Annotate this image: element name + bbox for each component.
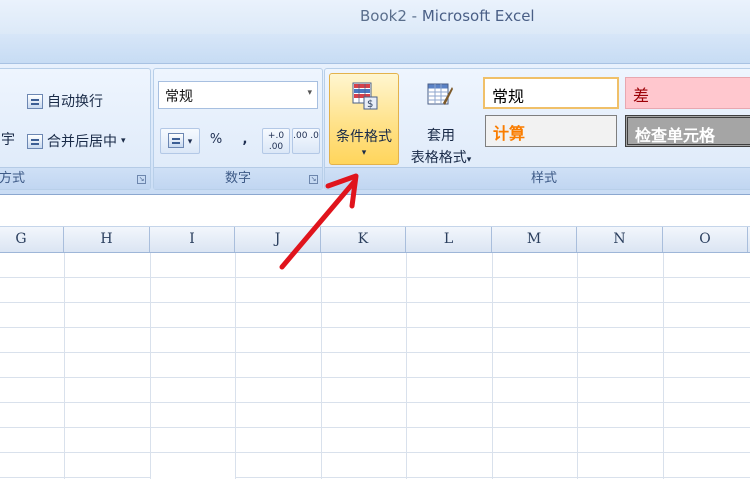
app-name: Microsoft Excel [421, 7, 535, 25]
styles-group-label-text: 样式 [530, 171, 557, 186]
alignment-dialog-launcher-icon[interactable]: ↘ [137, 175, 146, 184]
merge-center-label: 合并后居中 [47, 134, 117, 150]
document-name: Book2 [360, 7, 407, 25]
annotation-arrow-icon [279, 173, 359, 270]
format-as-table-button[interactable]: 套用 表格格式▾ [401, 73, 481, 167]
styles-group: $ 条件格式 ▾ 套用 表格格式▾ 常规 差 计算 检查单元格 样式 [324, 68, 750, 190]
column-header-n[interactable]: N [577, 227, 663, 252]
grid-line [321, 253, 322, 479]
cell-style-bad[interactable]: 差 [625, 77, 750, 109]
currency-icon [167, 133, 184, 148]
percent-label: % [209, 132, 223, 147]
alignment-group-label-text: 方式 [0, 171, 26, 186]
cell-style-check-cell-label: 检查单元格 [635, 126, 716, 145]
grid-line [663, 253, 664, 479]
format-as-table-label-2-text: 表格格式 [410, 150, 467, 166]
title-bar: Book2 - Microsoft Excel [0, 0, 750, 34]
merge-center-button[interactable]: 合并后居中 ▾ [27, 131, 126, 151]
window-title: Book2 - Microsoft Excel [360, 7, 535, 25]
format-as-table-arrow-icon: ▾ [466, 155, 472, 165]
column-header-i[interactable]: I [150, 227, 235, 252]
grid-line [577, 253, 578, 479]
cell-style-check-cell[interactable]: 检查单元格 [625, 115, 750, 147]
chevron-down-icon: ▾ [307, 88, 312, 98]
merge-dropdown-arrow-icon[interactable]: ▾ [121, 136, 126, 146]
comma-style-button[interactable]: , [232, 128, 258, 154]
cell-style-normal-label: 常规 [492, 87, 525, 106]
column-header-h[interactable]: H [64, 227, 150, 252]
grid-line [235, 253, 236, 479]
ribbon-tab-strip [0, 34, 750, 64]
clipped-alignment-button[interactable]: 宇 [1, 129, 15, 149]
column-headers: G H I J K L M N O [0, 227, 750, 253]
cell-style-calculation-label: 计算 [493, 124, 526, 143]
format-as-table-label-1: 套用 [427, 128, 455, 144]
cell-style-normal[interactable]: 常规 [483, 77, 619, 109]
worksheet-grid[interactable] [0, 253, 750, 479]
conditional-formatting-icon: $ [352, 82, 378, 110]
alignment-group: 宇 自动换行 合并后居中 ▾ 方式 ↘ [0, 68, 151, 190]
wrap-text-label: 自动换行 [47, 94, 103, 110]
conditional-formatting-button[interactable]: $ 条件格式 ▾ [329, 73, 399, 165]
merge-center-icon [27, 133, 43, 149]
column-header-l[interactable]: L [406, 227, 492, 252]
currency-dropdown-arrow-icon: ▾ [187, 137, 193, 147]
format-as-table-label-2: 表格格式▾ [401, 147, 481, 167]
conditional-formatting-label: 条件格式 [336, 129, 392, 145]
title-separator: - [406, 7, 422, 25]
alignment-group-label: 方式 ↘ [0, 167, 150, 189]
decrease-decimal-button[interactable]: .00 .0 [292, 128, 320, 154]
grid-line [406, 253, 407, 479]
grid-line [64, 253, 65, 479]
wrap-text-icon [27, 93, 43, 109]
accounting-format-button[interactable]: ▾ [160, 128, 200, 154]
column-header-m[interactable]: M [492, 227, 577, 252]
styles-group-label: 样式 [325, 167, 750, 189]
increase-decimal-button[interactable]: +.0 .00 [262, 128, 290, 154]
number-format-value: 常规 [165, 89, 193, 105]
cell-style-calculation[interactable]: 计算 [485, 115, 617, 147]
wrap-text-button[interactable]: 自动换行 [27, 91, 103, 111]
ribbon: 宇 自动换行 合并后居中 ▾ 方式 ↘ 常规 ▾ ▾ % , +.0 .00 .… [0, 64, 750, 194]
svg-text:$: $ [367, 99, 373, 110]
decrease-decimal-icon: .00 .0 [293, 131, 319, 141]
grid-line [492, 253, 493, 479]
number-format-select[interactable]: 常规 ▾ [158, 81, 318, 109]
active-cell[interactable] [151, 457, 235, 479]
grid-line [150, 253, 151, 479]
format-as-table-icon [427, 83, 453, 105]
increase-decimal-icon: +.0 .00 [267, 131, 285, 152]
number-group-label-text: 数字 [224, 171, 251, 186]
conditional-formatting-arrow-icon: ▾ [361, 148, 367, 158]
clipped-label: 宇 [1, 132, 15, 148]
cell-style-bad-label: 差 [633, 86, 650, 105]
comma-label: , [242, 132, 248, 147]
column-header-o[interactable]: O [663, 227, 748, 252]
column-header-g[interactable]: G [0, 227, 64, 252]
percent-style-button[interactable]: % [202, 128, 230, 154]
formula-bar[interactable] [0, 194, 750, 227]
